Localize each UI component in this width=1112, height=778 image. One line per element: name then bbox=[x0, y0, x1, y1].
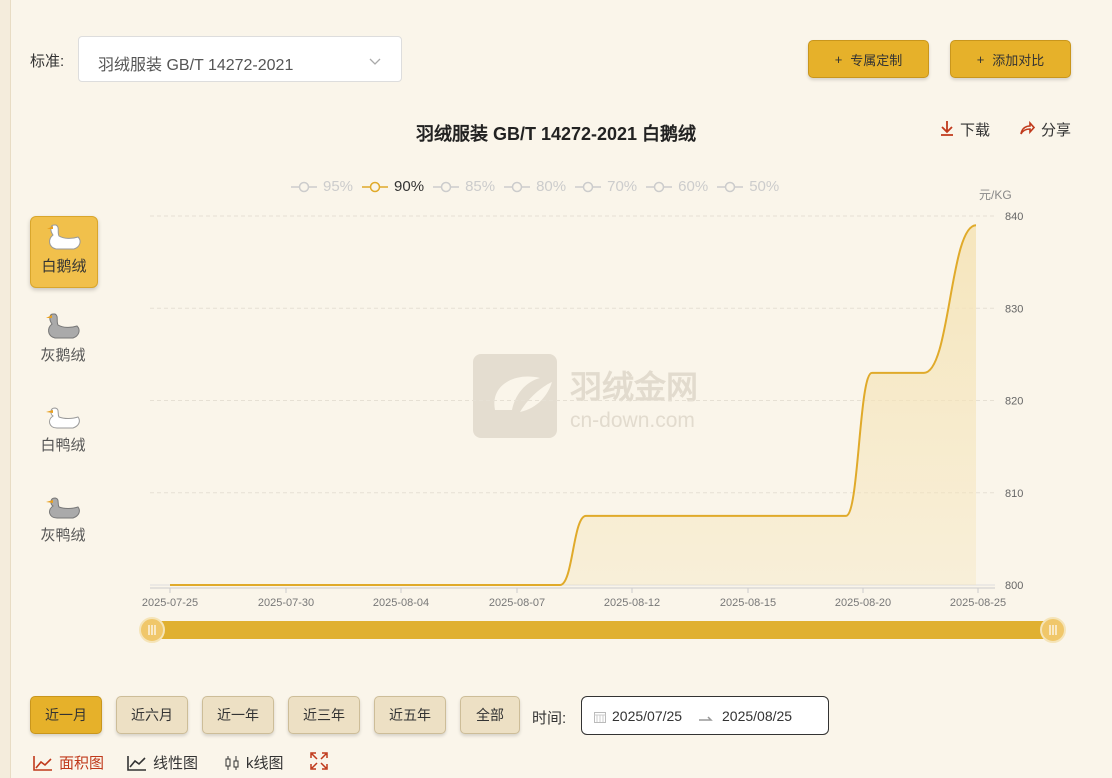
y-tick-label: 820 bbox=[1005, 396, 1023, 408]
watermark-name: 羽绒金网 bbox=[570, 369, 698, 405]
y-axis-unit: 元/KG bbox=[979, 188, 1012, 202]
range-button-2[interactable]: 近一年 bbox=[202, 696, 274, 734]
range-button-1[interactable]: 近六月 bbox=[116, 696, 188, 734]
range-slider-track[interactable] bbox=[152, 621, 1053, 639]
view-kline-label: k线图 bbox=[246, 755, 284, 772]
range-slider[interactable] bbox=[139, 617, 1066, 643]
view-area-label: 面积图 bbox=[59, 755, 105, 772]
view-line-label: 线性图 bbox=[153, 755, 199, 772]
watermark-url: cn-down.com bbox=[570, 409, 695, 432]
arrow-right-icon bbox=[698, 711, 714, 727]
end-date[interactable]: 2025/08/25 bbox=[722, 708, 792, 724]
date-range-picker[interactable]: 2025/07/25 2025/08/25 bbox=[581, 696, 829, 735]
y-tick-label: 810 bbox=[1005, 488, 1023, 500]
x-tick-label: 2025-08-25 bbox=[950, 597, 1006, 609]
fullscreen-icon bbox=[310, 752, 328, 770]
range-button-3[interactable]: 近三年 bbox=[288, 696, 360, 734]
line-chart-icon bbox=[127, 755, 146, 771]
watermark: 羽绒金网 cn-down.com bbox=[473, 354, 698, 438]
time-label: 时间: bbox=[532, 710, 567, 727]
view-kline[interactable]: k线图 bbox=[224, 752, 284, 773]
x-tick-label: 2025-08-12 bbox=[604, 597, 660, 609]
y-tick-label: 830 bbox=[1005, 303, 1023, 315]
y-tick-label: 840 bbox=[1005, 211, 1023, 223]
x-tick-label: 2025-08-15 bbox=[720, 597, 776, 609]
y-tick-label: 800 bbox=[1005, 580, 1023, 592]
x-tick-label: 2025-07-25 bbox=[142, 597, 198, 609]
x-tick-label: 2025-08-04 bbox=[373, 597, 429, 609]
candlestick-icon bbox=[225, 755, 239, 770]
chart-area: 羽绒金网 cn-down.com 2025-07-25 2025-07-30 202… bbox=[139, 188, 1066, 643]
x-tick-label: 2025-08-07 bbox=[489, 597, 545, 609]
fullscreen-button[interactable] bbox=[310, 752, 328, 770]
x-tick-label: 2025-08-20 bbox=[835, 597, 891, 609]
range-button-4[interactable]: 近五年 bbox=[374, 696, 446, 734]
area-fill bbox=[170, 225, 976, 585]
view-line[interactable]: 线性图 bbox=[127, 752, 198, 773]
view-area[interactable]: 面积图 bbox=[33, 752, 104, 773]
area-chart-icon bbox=[33, 755, 52, 771]
start-date[interactable]: 2025/07/25 bbox=[612, 708, 682, 724]
x-tick-label: 2025-07-30 bbox=[258, 597, 314, 609]
range-button-5[interactable]: 全部 bbox=[460, 696, 520, 734]
calendar-icon bbox=[594, 710, 606, 726]
range-button-0[interactable]: 近一月 bbox=[30, 696, 102, 734]
